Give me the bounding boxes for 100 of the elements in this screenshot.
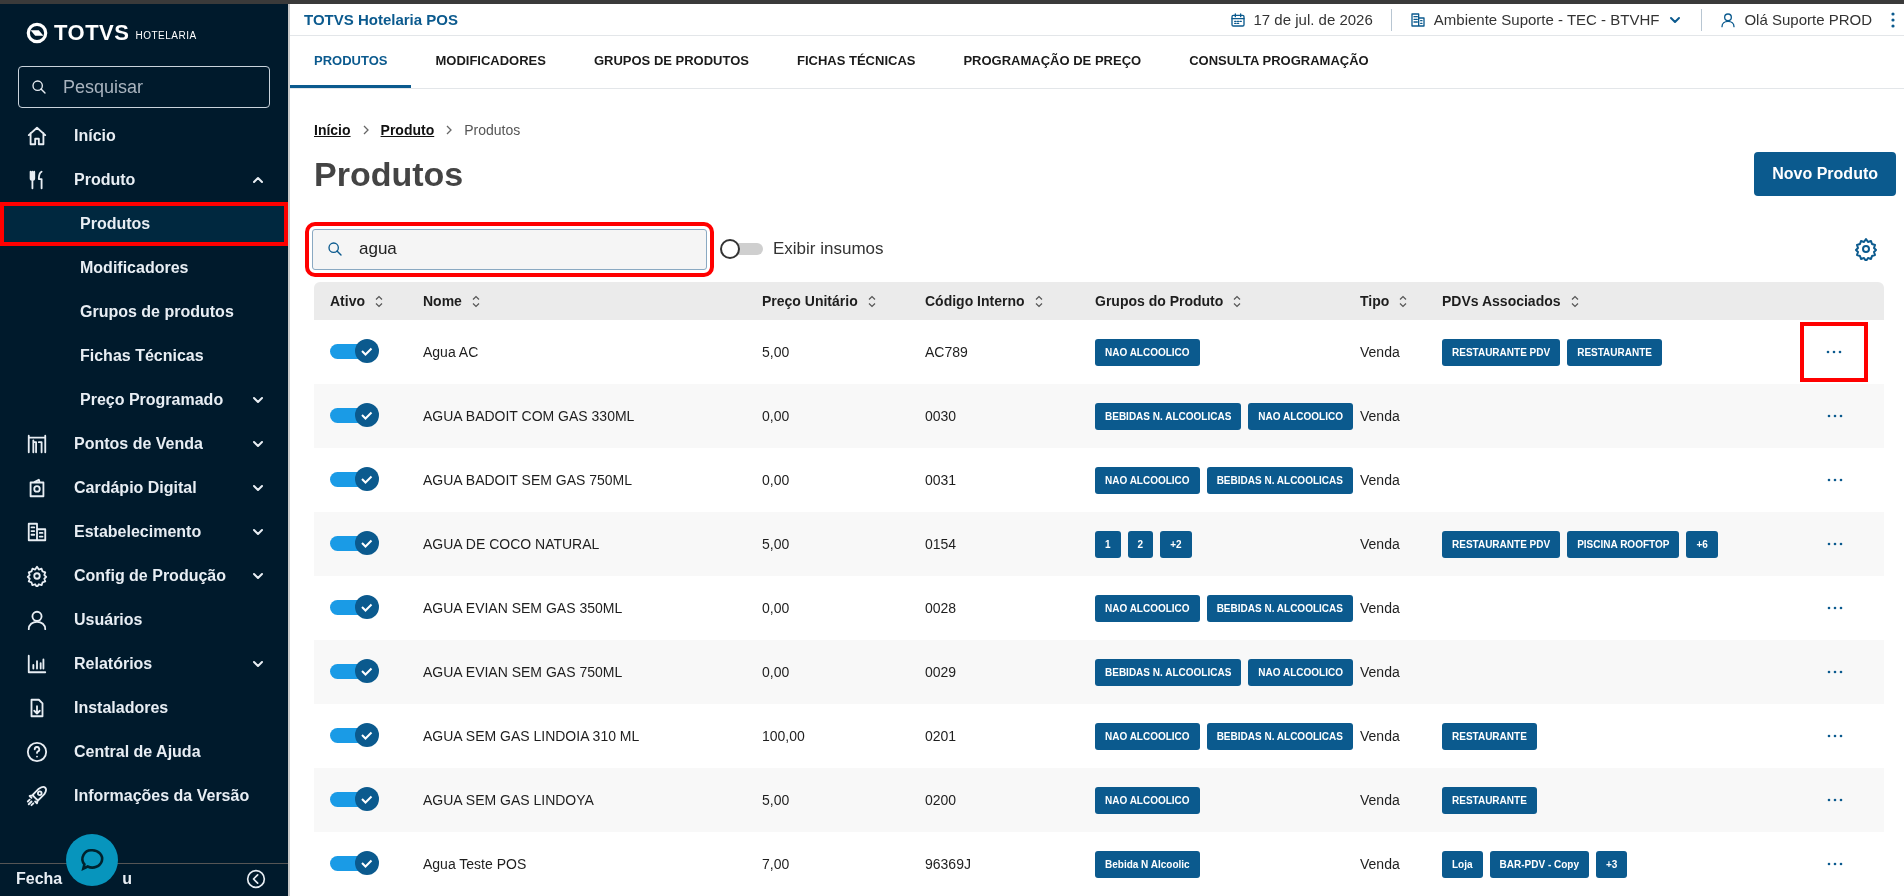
column-header[interactable]: Nome — [423, 293, 462, 309]
table-cell-text: 0200 — [925, 792, 958, 808]
sidebar-item[interactable]: Pontos de Venda — [0, 422, 288, 466]
table-cell-text: AGUA BADOIT COM GAS 330ML — [423, 408, 636, 424]
tag-chip: RESTAURANTE PDV — [1442, 530, 1561, 558]
table-cell-text: Venda — [1360, 664, 1401, 680]
tab[interactable]: MODIFICADORES — [411, 36, 570, 88]
table-cell-text: Venda — [1360, 600, 1401, 616]
sidebar-subitem[interactable]: Modificadores — [0, 246, 288, 290]
sidebar-item[interactable]: Central de Ajuda — [0, 730, 288, 774]
tab[interactable]: FICHAS TÉCNICAS — [773, 36, 940, 88]
more-horizontal-icon — [1827, 862, 1843, 866]
search-icon — [327, 241, 343, 257]
sort-icon[interactable] — [1233, 294, 1242, 308]
search-icon — [31, 79, 47, 95]
toggle-switch[interactable] — [330, 465, 380, 492]
table-cell-text: 5,00 — [762, 792, 791, 808]
tag-chip: BEBIDAS N. ALCOOLICAS — [1095, 402, 1242, 430]
more-horizontal-icon — [1827, 542, 1843, 546]
user-greeting: Olá Suporte PROD — [1744, 11, 1872, 28]
sidebar-subitem[interactable]: Grupos de produtos — [0, 290, 288, 334]
table-cell-text: 0,00 — [762, 664, 791, 680]
column-header[interactable]: Código Interno — [925, 293, 1025, 309]
table-cell-text: 0,00 — [762, 600, 791, 616]
collapse-icon[interactable] — [246, 869, 266, 889]
sidebar-item[interactable]: Estabelecimento — [0, 510, 288, 554]
sidebar-subitem[interactable]: Preço Programado — [0, 378, 288, 422]
new-product-button[interactable]: Novo Produto — [1754, 152, 1896, 196]
chat-icon — [79, 847, 106, 873]
tag-chip: NAO ALCOOLICO — [1095, 338, 1200, 366]
sidebar-item[interactable]: Usuários — [0, 598, 288, 642]
tab[interactable]: PROGRAMAÇÃO DE PREÇO — [939, 36, 1166, 88]
toggle-switch[interactable] — [330, 593, 380, 620]
column-header[interactable]: Grupos do Produto — [1095, 293, 1224, 309]
toggle-switch[interactable] — [330, 657, 380, 684]
table-cell-text: 0,00 — [762, 408, 791, 424]
sort-icon[interactable] — [375, 294, 383, 308]
table-cell-text: 0154 — [925, 536, 958, 552]
table-cell-text: AGUA EVIAN SEM GAS 750ML — [423, 664, 624, 680]
table-cell-text: Venda — [1360, 792, 1401, 808]
sidebar-item[interactable]: Instaladores — [0, 686, 288, 730]
toggle-switch[interactable] — [719, 239, 765, 259]
storefront-icon — [26, 433, 48, 455]
sidebar-item[interactable]: Cardápio Digital — [0, 466, 288, 510]
breadcrumb-link[interactable]: Início — [314, 122, 351, 138]
toggle-switch[interactable] — [330, 721, 380, 748]
toggle-switch[interactable] — [330, 785, 380, 812]
toggle-switch[interactable] — [330, 529, 380, 556]
logo-subtitle: HOTELARIA — [135, 29, 197, 41]
table-cell-text: Venda — [1360, 472, 1401, 488]
sort-icon[interactable] — [1034, 294, 1043, 308]
column-header[interactable]: Ativo — [330, 293, 365, 309]
sidebar-subitem[interactable]: Fichas Técnicas — [0, 334, 288, 378]
tag-chip: +2 — [1160, 530, 1192, 558]
more-vertical-icon[interactable] — [1890, 10, 1896, 29]
column-header[interactable]: Preço Unitário — [762, 293, 858, 309]
chat-button[interactable] — [66, 834, 119, 886]
sidebar-item[interactable]: Relatórios — [0, 642, 288, 686]
help-icon — [26, 741, 48, 763]
table-cell-text: 0,00 — [762, 472, 791, 488]
tag-chip: BEBIDAS N. ALCOOLICAS — [1206, 466, 1353, 494]
table-cell-text: Agua Teste POS — [423, 856, 528, 872]
table-cell-text: Agua AC — [423, 344, 480, 360]
toggle-switch[interactable] — [330, 849, 380, 876]
sidebar-item[interactable]: Informações da Versão — [0, 774, 288, 818]
settings-icon[interactable] — [1854, 237, 1878, 261]
toggle-switch[interactable] — [330, 337, 380, 364]
more-horizontal-icon — [1827, 798, 1843, 802]
sidebar-item[interactable]: Produto — [0, 158, 288, 202]
sidebar-item[interactable]: Config de Produção — [0, 554, 288, 598]
logo-icon — [26, 22, 48, 44]
column-header[interactable]: PDVs Associados — [1442, 293, 1561, 309]
search-input[interactable]: Pesquisar — [61, 75, 265, 99]
search-field[interactable]: Pesquisar — [18, 66, 270, 108]
tag-chip: PISCINA ROOFTOP — [1567, 530, 1680, 558]
tab[interactable]: CONSULTA PROGRAMAÇÃO — [1165, 36, 1393, 88]
toggle-switch[interactable] — [330, 401, 380, 428]
breadcrumb-link[interactable]: Produto — [380, 122, 435, 138]
tab[interactable]: GRUPOS DE PRODUTOS — [569, 36, 773, 88]
sidebar-item[interactable]: Início — [0, 114, 288, 158]
sort-icon[interactable] — [1570, 294, 1579, 308]
table-cell-text: 7,00 — [762, 856, 791, 872]
table-cell-text: AGUA SEM GAS LINDOIA 310 ML — [423, 728, 641, 744]
sort-icon[interactable] — [867, 294, 876, 308]
table-cell-text: 0030 — [925, 408, 958, 424]
sidebar-subitem[interactable]: Produtos — [0, 202, 288, 246]
environment-dropdown[interactable]: Ambiente Suporte - TEC - BTVHF — [1391, 8, 1702, 31]
search-input[interactable]: agua — [357, 238, 661, 260]
table-cell-text: AC789 — [925, 344, 969, 360]
more-horizontal-icon — [1827, 478, 1843, 482]
sort-icon[interactable] — [1399, 294, 1408, 308]
sort-icon[interactable] — [471, 294, 480, 308]
tag-chip: Loja — [1442, 850, 1483, 878]
date-label: 17 de jul. de 2026 — [1253, 11, 1373, 28]
tab[interactable]: PRODUTOS — [290, 36, 412, 88]
column-header[interactable]: Tipo — [1360, 293, 1390, 309]
tag-chip: RESTAURANTE — [1442, 722, 1537, 750]
tag-chip: BEBIDAS N. ALCOOLICAS — [1095, 658, 1242, 686]
table-cell-text: AGUA DE COCO NATURAL — [423, 536, 601, 552]
table-cell-text: 96369J — [925, 856, 972, 872]
